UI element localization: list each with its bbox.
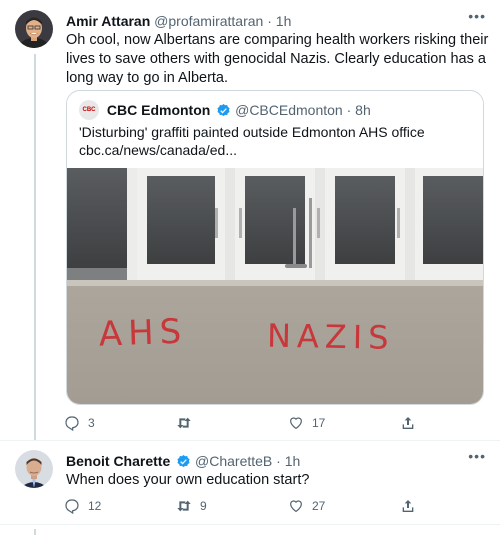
author-handle[interactable]: @CharetteB xyxy=(195,453,272,469)
quote-author-handle: @CBCEdmonton xyxy=(235,102,343,118)
like-button[interactable]: 27 xyxy=(282,495,325,517)
like-count: 27 xyxy=(312,499,326,513)
tweet-actions: 12 9 27 xyxy=(58,495,428,517)
heart-icon xyxy=(290,500,302,513)
timestamp[interactable]: 1h xyxy=(276,13,292,29)
quote-author-name: CBC Edmonton xyxy=(106,102,211,118)
tweet-header: Benoit Charette @CharetteB · 1h xyxy=(66,452,300,470)
reply-count: 3 xyxy=(88,416,95,430)
share-icon xyxy=(402,417,414,429)
thread-line xyxy=(34,54,36,440)
tweet-benoit-charette[interactable]: Benoit Charette @CharetteB · 1h ••• When… xyxy=(0,440,500,535)
graffiti-text-nazis: NAZIS xyxy=(267,317,395,357)
verified-badge-icon xyxy=(177,454,190,467)
thread-line xyxy=(34,529,36,535)
separator-dot: · xyxy=(267,13,272,29)
verified-badge-icon xyxy=(217,103,230,116)
avatar-amir[interactable] xyxy=(15,10,53,48)
more-options-icon[interactable]: ••• xyxy=(468,8,486,24)
retweet-button[interactable]: 9 xyxy=(170,495,207,517)
tweet-header: Amir Attaran @profamirattaran · 1h xyxy=(66,12,291,30)
link-card-url[interactable]: cbc.ca/news/canada/ed... xyxy=(79,141,237,159)
reply-icon xyxy=(65,499,79,514)
reply-button[interactable]: 12 xyxy=(58,495,101,517)
link-card-title[interactable]: 'Disturbing' graffiti painted outside Ed… xyxy=(79,123,425,141)
reply-icon xyxy=(65,416,79,431)
separator-dot: · xyxy=(276,453,281,469)
tweet-text: When does your own education start? xyxy=(66,472,310,488)
heart-icon xyxy=(290,417,302,430)
author-handle[interactable]: @profamirattaran xyxy=(154,13,263,29)
timestamp[interactable]: 1h xyxy=(285,453,301,469)
share-button[interactable] xyxy=(394,412,424,434)
more-options-icon[interactable]: ••• xyxy=(468,448,486,464)
like-count: 17 xyxy=(312,416,326,430)
share-button[interactable] xyxy=(394,495,424,517)
avatar-benoit[interactable] xyxy=(15,450,53,488)
graffiti-photo[interactable]: AHS NAZIS xyxy=(67,168,483,404)
reply-count: 12 xyxy=(88,499,102,513)
retweet-icon xyxy=(177,417,191,429)
quote-timestamp: 8h xyxy=(355,102,371,118)
quoted-tweet[interactable]: CBC CBC Edmonton @CBCEdmonton · 8h 'Dist… xyxy=(66,90,484,405)
retweet-icon xyxy=(177,500,191,512)
tweet-actions: 3 17 xyxy=(58,412,428,434)
author-name[interactable]: Amir Attaran xyxy=(66,13,150,29)
graffiti-text-ahs: AHS xyxy=(98,312,188,355)
reply-button[interactable]: 3 xyxy=(58,412,95,434)
tweet-text: Oh cool, now Albertans are comparing hea… xyxy=(66,32,489,86)
retweet-count: 9 xyxy=(200,499,207,513)
retweet-button[interactable] xyxy=(170,412,200,434)
author-name[interactable]: Benoit Charette xyxy=(66,453,170,469)
cbc-logo-icon: CBC xyxy=(79,100,99,121)
like-button[interactable]: 17 xyxy=(282,412,325,434)
tweet-amir-attaran[interactable]: Amir Attaran @profamirattaran · 1h ••• O… xyxy=(0,0,500,440)
tweet-divider xyxy=(0,524,500,525)
quote-header: CBC CBC Edmonton @CBCEdmonton · 8h xyxy=(79,100,371,121)
share-icon xyxy=(402,500,414,512)
separator-dot: · xyxy=(346,102,352,118)
